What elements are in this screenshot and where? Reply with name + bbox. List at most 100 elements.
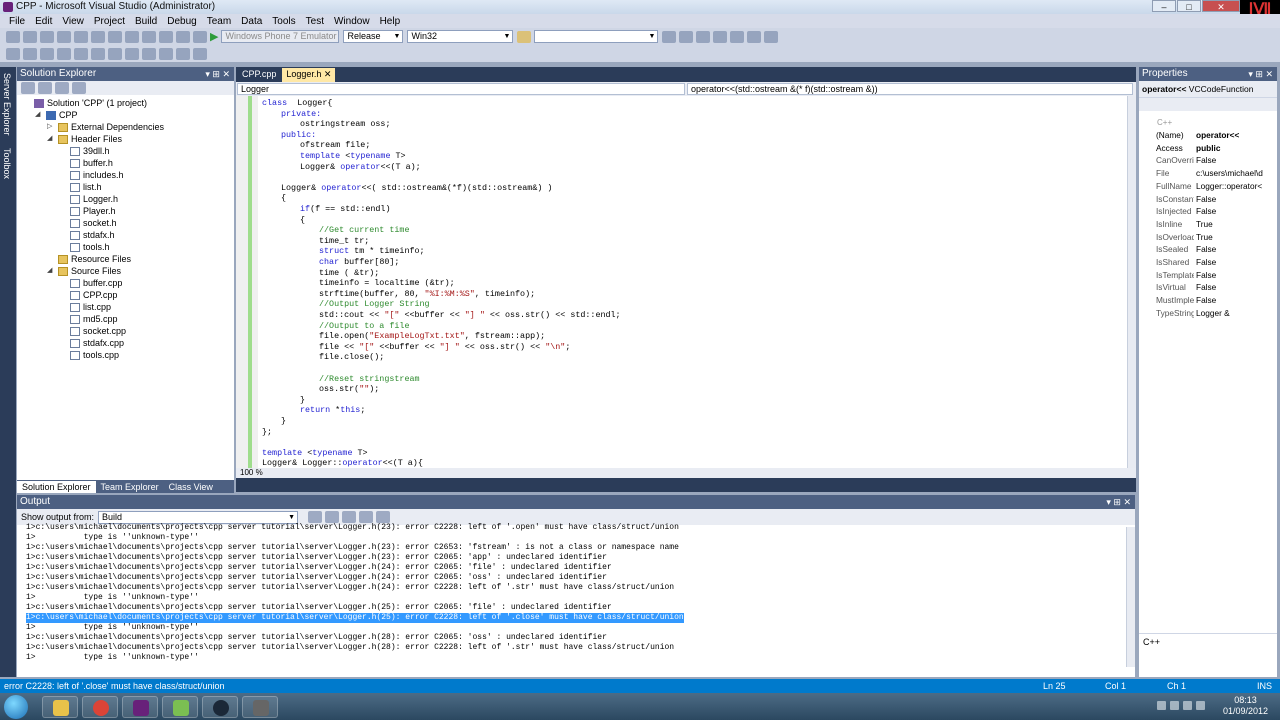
paste-icon[interactable] (125, 30, 139, 43)
property-row[interactable]: File c:\users\michael\d (1142, 167, 1274, 180)
menu-team[interactable]: Team (202, 16, 236, 27)
tree-item[interactable]: md5.cpp (59, 313, 118, 325)
word-completion-icon[interactable] (57, 47, 71, 60)
copy-icon[interactable] (108, 30, 122, 43)
menu-file[interactable]: File (4, 16, 30, 27)
add-item-icon[interactable] (23, 30, 37, 43)
tree-item[interactable]: Solution 'CPP' (1 project) (23, 97, 147, 109)
zoom-level[interactable]: 100 % (240, 468, 263, 477)
prev-message-icon[interactable] (325, 511, 340, 523)
property-row[interactable]: IsInjected False (1142, 205, 1274, 218)
close-button[interactable]: ✕ (1202, 0, 1240, 12)
find-combo[interactable]: ▼ (534, 30, 659, 43)
clock[interactable]: 08:13 01/09/2012 (1223, 695, 1268, 717)
cut-icon[interactable] (91, 30, 105, 43)
start-page-icon[interactable] (747, 30, 762, 43)
property-row[interactable]: IsConstant False (1142, 193, 1274, 206)
comment-icon[interactable] (108, 47, 122, 60)
uncomment-icon[interactable] (125, 47, 139, 60)
tree-item[interactable]: ▷ External Dependencies (47, 121, 164, 133)
maximize-button[interactable]: □ (1177, 0, 1201, 12)
new-project-icon[interactable] (6, 30, 20, 43)
taskbar-chrome[interactable] (82, 696, 118, 718)
tree-item[interactable]: list.h (59, 181, 102, 193)
code-editor[interactable]: class Logger{private: ostringstream oss; p… (236, 96, 1136, 479)
taskbar-visual-studio[interactable] (122, 696, 158, 718)
output-line[interactable]: 1>c:\users\michael\documents\projects\cp… (26, 633, 607, 643)
solution-explorer-icon[interactable] (662, 30, 677, 43)
object-browser-icon[interactable] (696, 30, 711, 43)
tree-item[interactable]: socket.cpp (59, 325, 126, 337)
menu-view[interactable]: View (57, 16, 89, 27)
output-line[interactable]: 1>c:\users\michael\documents\projects\cp… (26, 643, 674, 653)
output-line[interactable]: 1> type is ''unknown-type'' (26, 623, 199, 633)
clear-all-icon[interactable] (359, 511, 374, 523)
taskbar-steam[interactable] (202, 696, 238, 718)
expander-icon[interactable]: ◢ (35, 109, 44, 121)
properties-icon[interactable] (21, 82, 35, 94)
taskbar-notepad[interactable] (162, 696, 198, 718)
property-row[interactable]: MustImplemeFalse (1142, 294, 1274, 307)
save-icon[interactable] (57, 30, 71, 43)
platform-select[interactable]: Win32 ▼ (407, 30, 514, 43)
output-vertical-scrollbar[interactable] (1126, 527, 1135, 667)
menu-debug[interactable]: Debug (162, 16, 201, 27)
find-in-files-icon[interactable] (517, 30, 532, 43)
tree-item[interactable]: tools.h (59, 241, 110, 253)
menu-tools[interactable]: Tools (267, 16, 300, 27)
panel-pin-icons[interactable]: ▾ ⊞ ✕ (205, 67, 230, 81)
toolbox-icon[interactable] (713, 30, 728, 43)
tree-item[interactable]: buffer.h (59, 157, 113, 169)
toggle-bookmark-icon[interactable] (142, 47, 156, 60)
properties-icon[interactable] (679, 30, 694, 43)
expander-icon[interactable]: ◢ (47, 265, 56, 277)
previous-bookmark-icon[interactable] (159, 47, 173, 60)
menu-build[interactable]: Build (130, 16, 162, 27)
navigate-forward-icon[interactable] (193, 30, 207, 43)
volume-icon[interactable] (1183, 701, 1192, 710)
doc-tab-logger-h[interactable]: Logger.h ✕ (282, 68, 336, 82)
increase-indent-icon[interactable] (91, 47, 105, 60)
tree-item[interactable]: ◢ Source Files (47, 265, 121, 277)
panel-pin-icons[interactable]: ▾ ⊞ ✕ (1106, 495, 1131, 509)
menu-edit[interactable]: Edit (30, 16, 57, 27)
side-tab-server-explorer[interactable]: Server Explorer (0, 67, 14, 142)
property-row[interactable]: IsShared False (1142, 256, 1274, 269)
tree-item[interactable]: socket.h (59, 217, 117, 229)
menu-help[interactable]: Help (375, 16, 406, 27)
clear-bookmarks-icon[interactable] (193, 47, 207, 60)
tree-item[interactable]: ◢ CPP (35, 109, 78, 121)
output-line[interactable]: 1>c:\users\michael\documents\projects\cp… (26, 543, 679, 553)
property-row[interactable]: FullName Logger::operator< (1142, 180, 1274, 193)
property-row[interactable]: IsVirtual False (1142, 281, 1274, 294)
close-icon[interactable]: ✕ (321, 69, 332, 79)
minimize-button[interactable]: – (1152, 0, 1176, 12)
output-line[interactable]: 1>c:\users\michael\documents\projects\cp… (26, 523, 679, 533)
side-tab-toolbox[interactable]: Toolbox (0, 142, 14, 185)
find-message-icon[interactable] (308, 511, 323, 523)
next-bookmark-icon[interactable] (176, 47, 190, 60)
property-row[interactable]: TypeString Logger & (1142, 307, 1274, 320)
decrease-indent-icon[interactable] (74, 47, 88, 60)
property-row[interactable]: Access public (1142, 142, 1274, 155)
property-row[interactable]: IsInline True (1142, 218, 1274, 231)
quick-info-icon[interactable] (40, 47, 54, 60)
tree-item[interactable]: buffer.cpp (59, 277, 122, 289)
tree-item[interactable]: list.cpp (59, 301, 111, 313)
extension-manager-icon[interactable] (730, 30, 745, 43)
tab-class-view[interactable]: Class View (164, 481, 218, 493)
output-line[interactable]: 1> type is ''unknown-type'' (26, 533, 199, 543)
next-message-icon[interactable] (342, 511, 357, 523)
property-row[interactable]: IsSealed False (1142, 243, 1274, 256)
output-line[interactable]: 1> type is ''unknown-type'' (26, 593, 199, 603)
show-all-files-icon[interactable] (38, 82, 52, 94)
expander-icon[interactable]: ◢ (47, 133, 56, 145)
output-line[interactable]: 1> type is ''unknown-type'' (26, 653, 199, 663)
expander-icon[interactable]: ▷ (47, 121, 56, 133)
member-list-icon[interactable] (6, 47, 20, 60)
parameter-info-icon[interactable] (23, 47, 37, 60)
toolbar-options-icon[interactable] (764, 30, 779, 43)
tree-item[interactable]: 39dll.h (59, 145, 110, 157)
tree-item[interactable]: tools.cpp (59, 349, 119, 361)
undo-icon[interactable] (142, 30, 156, 43)
